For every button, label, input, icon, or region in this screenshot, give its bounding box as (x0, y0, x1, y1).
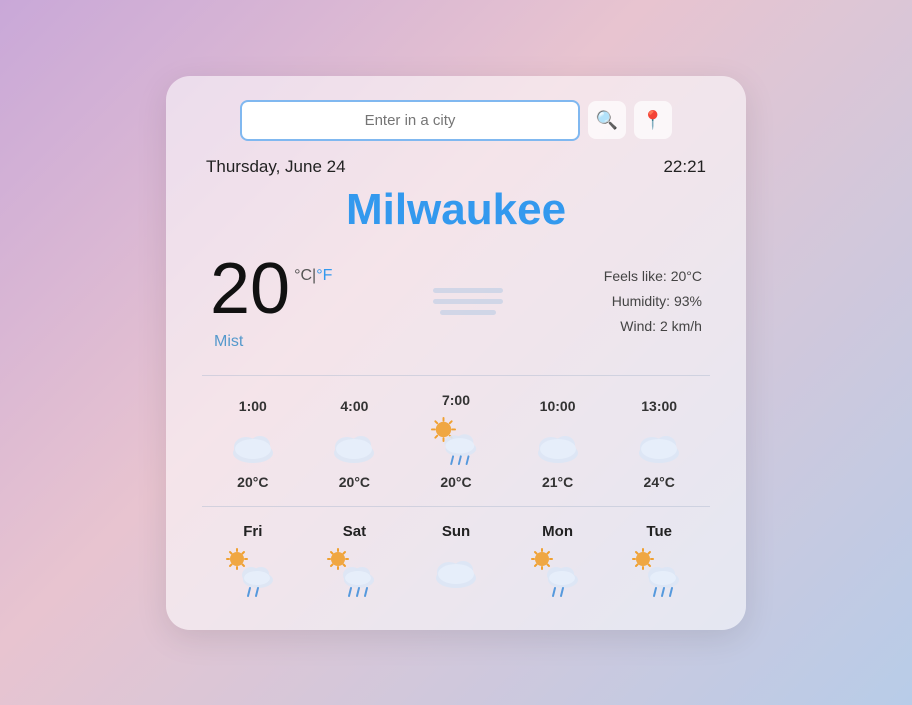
day-item-sat: Sat (304, 523, 406, 602)
wind: Wind: 2 km/h (604, 314, 702, 339)
feels-like: Feels like: 20°C (604, 264, 702, 289)
day-icon-fri (226, 548, 280, 602)
hour-temp-2: 20°C (440, 474, 471, 490)
hour-label-3: 10:00 (540, 398, 576, 414)
day-icon-mon (531, 548, 585, 602)
hour-label-2: 7:00 (442, 392, 470, 408)
hour-temp-4: 24°C (644, 474, 675, 490)
hour-temp-3: 21°C (542, 474, 573, 490)
hour-label-4: 13:00 (641, 398, 677, 414)
daily-section: Fri (202, 506, 710, 602)
cloud-icon-3 (632, 422, 686, 466)
hour-label-0: 1:00 (239, 398, 267, 414)
mist-icon (433, 288, 503, 315)
day-label-mon: Mon (542, 523, 573, 540)
temp-main: 20 °C|°F (210, 253, 332, 325)
hour-temp-1: 20°C (339, 474, 370, 490)
temp-section: 20 °C|°F Mist (210, 253, 332, 351)
celsius-unit[interactable]: °C (294, 267, 312, 284)
temp-units: °C|°F (294, 267, 332, 285)
cloud-icon-2 (531, 422, 585, 466)
daily-row: Fri (202, 523, 710, 602)
cloud-icon-1 (327, 422, 381, 466)
day-label-fri: Fri (243, 523, 262, 540)
day-label-sat: Sat (343, 523, 366, 540)
day-label-sun: Sun (442, 523, 470, 540)
day-item-sun: Sun (405, 523, 507, 602)
day-item-mon: Mon (507, 523, 609, 602)
pin-icon: 📍 (642, 110, 664, 131)
search-input[interactable] (240, 100, 580, 141)
mist-line-1 (433, 288, 503, 293)
hour-item-0: 1:00 20°C (202, 398, 304, 490)
search-row: 🔍 📍 (202, 100, 710, 141)
hour-item-1: 4:00 20°C (304, 398, 406, 490)
hourly-row: 1:00 20°C 4:00 20°C (202, 392, 710, 490)
weather-description: Mist (214, 333, 243, 351)
temperature: 20 (210, 253, 290, 325)
day-icon-tue (632, 548, 686, 602)
current-weather: 20 °C|°F Mist Feels like: 20°C Humidity:… (202, 253, 710, 351)
datetime-row: Thursday, June 24 22:21 (202, 157, 710, 177)
day-icon-sun (429, 548, 483, 592)
hour-label-1: 4:00 (340, 398, 368, 414)
cloud-icon-0 (226, 422, 280, 466)
city-name: Milwaukee (202, 185, 710, 235)
day-item-tue: Tue (608, 523, 710, 602)
hour-temp-0: 20°C (237, 474, 268, 490)
sun-rain-icon-0 (429, 416, 483, 466)
date-display: Thursday, June 24 (206, 157, 346, 177)
mist-line-2 (433, 299, 503, 304)
fahrenheit-unit[interactable]: °F (316, 267, 332, 284)
hour-item-3: 10:00 21°C (507, 398, 609, 490)
day-item-fri: Fri (202, 523, 304, 602)
weather-card: 🔍 📍 Thursday, June 24 22:21 Milwaukee 20… (166, 76, 746, 630)
hour-item-2: 7:00 (405, 392, 507, 490)
hour-item-4: 13:00 24°C (608, 398, 710, 490)
day-label-tue: Tue (646, 523, 672, 540)
mist-line-3 (440, 310, 496, 315)
time-display: 22:21 (663, 157, 706, 177)
search-icon: 🔍 (596, 110, 618, 131)
location-button[interactable]: 📍 (634, 101, 672, 139)
search-button[interactable]: 🔍 (588, 101, 626, 139)
humidity: Humidity: 93% (604, 289, 702, 314)
day-icon-sat (327, 548, 381, 602)
weather-details: Feels like: 20°C Humidity: 93% Wind: 2 k… (604, 264, 702, 340)
hourly-section: 1:00 20°C 4:00 20°C (202, 375, 710, 490)
